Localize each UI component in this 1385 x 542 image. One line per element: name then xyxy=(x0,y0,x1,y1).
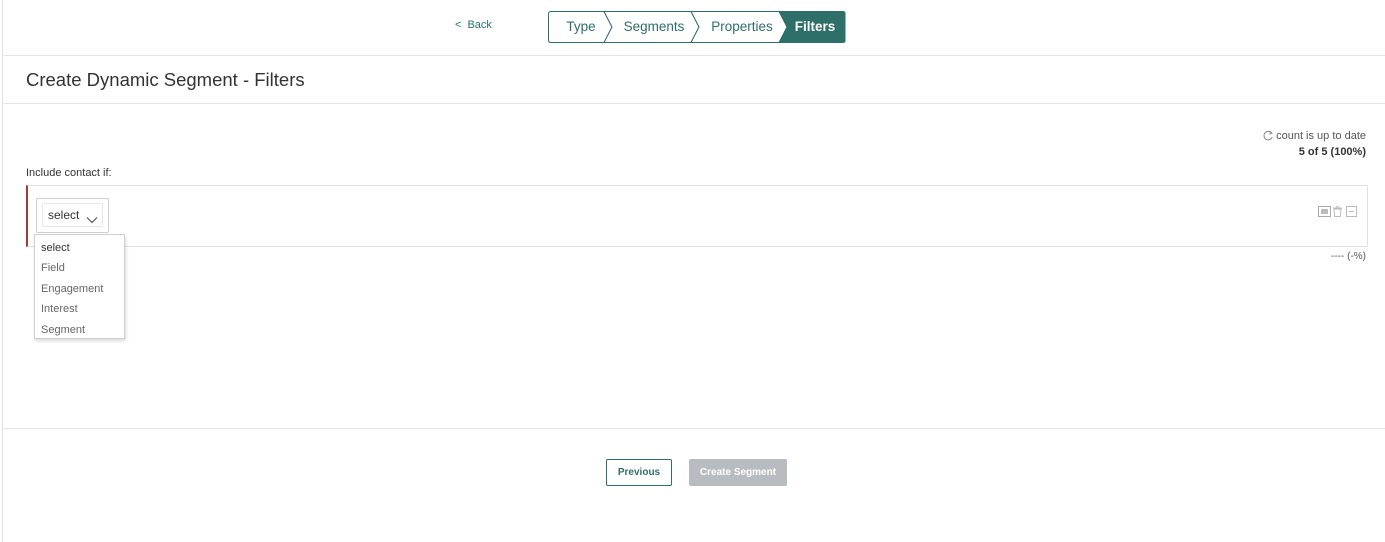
option-field[interactable]: Field xyxy=(35,258,124,278)
collapse-icon[interactable] xyxy=(1346,204,1357,217)
count-status: count is up to date xyxy=(1262,130,1366,142)
step-segments[interactable]: Segments xyxy=(612,11,696,43)
back-label: Back xyxy=(467,19,492,31)
option-engagement[interactable]: Engagement xyxy=(35,279,124,299)
page-frame: < Back Type Segments Properties Filters … xyxy=(2,0,1385,542)
wizard-steps: Type Segments Properties Filters xyxy=(548,11,846,43)
step-type[interactable]: Type xyxy=(552,11,610,43)
chevron-down-icon xyxy=(86,210,98,224)
title-bar: Create Dynamic Segment - Filters xyxy=(3,56,1385,104)
filter-type-dropdown: select Field Engagement Interest Segment xyxy=(34,234,125,339)
filter-type-value: select xyxy=(48,208,80,222)
option-segment[interactable]: Segment xyxy=(35,320,124,340)
filter-type-select[interactable]: select xyxy=(42,203,103,227)
trash-icon[interactable] xyxy=(1332,204,1343,217)
step-filters[interactable]: Filters xyxy=(787,11,843,43)
filter-type-select-wrapper: select xyxy=(36,198,109,233)
back-link[interactable]: < Back xyxy=(455,19,492,31)
refresh-icon[interactable] xyxy=(1262,130,1274,142)
filter-percentage: ---- (-%) xyxy=(1331,251,1366,262)
count-status-text: count is up to date xyxy=(1276,130,1366,142)
option-select[interactable]: select xyxy=(35,238,124,258)
contact-count: 5 of 5 (100%) xyxy=(1298,146,1366,158)
option-interest[interactable]: Interest xyxy=(35,299,124,319)
step-properties[interactable]: Properties xyxy=(699,11,785,43)
page-title: Create Dynamic Segment - Filters xyxy=(26,69,305,90)
filter-row-actions xyxy=(1318,204,1357,217)
previous-button[interactable]: Previous xyxy=(606,459,672,486)
include-contact-label: Include contact if: xyxy=(26,167,112,179)
create-segment-button[interactable]: Create Segment xyxy=(689,459,787,486)
wizard-header: < Back Type Segments Properties Filters xyxy=(3,0,1385,56)
filter-row: select xyxy=(26,185,1368,247)
footer-divider xyxy=(3,428,1385,429)
chevron-left-icon: < xyxy=(455,19,462,31)
group-icon[interactable] xyxy=(1318,204,1331,217)
